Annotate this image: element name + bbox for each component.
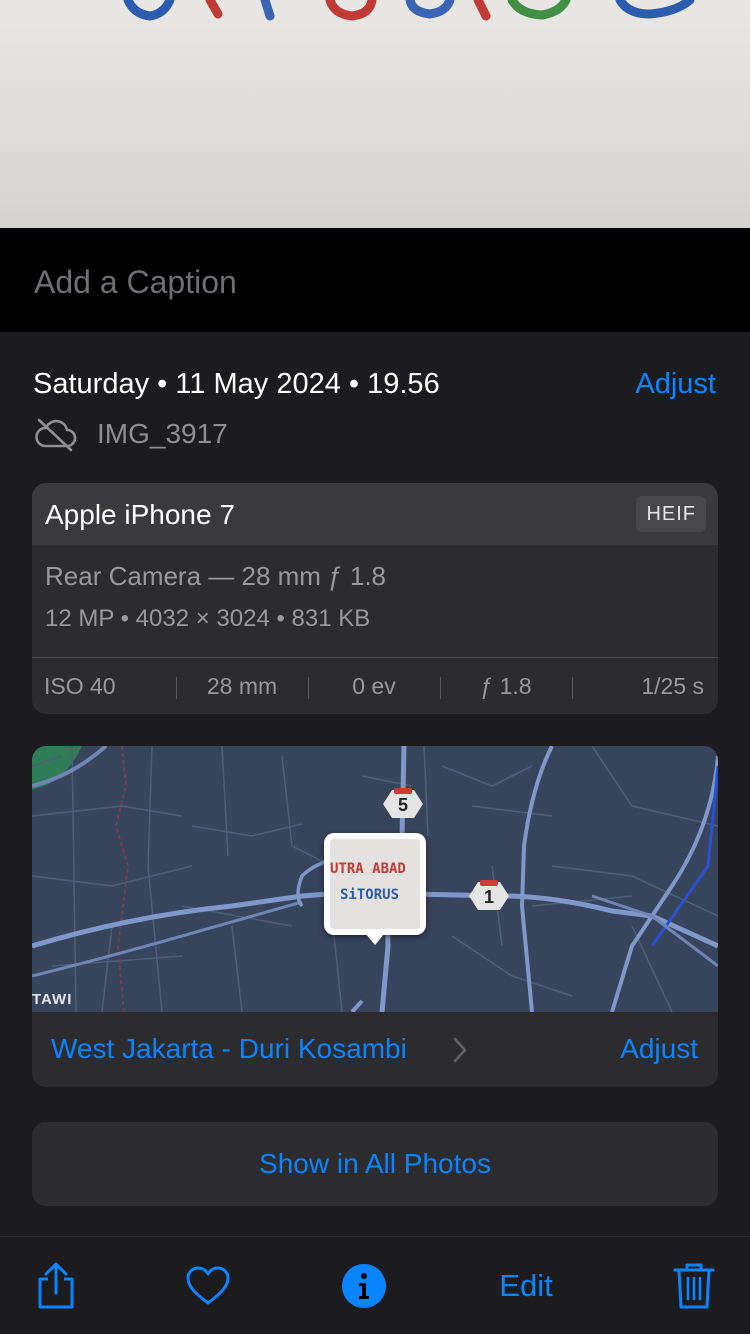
date-time: Saturday • 11 May 2024 • 19.56 — [33, 368, 440, 400]
photo-preview[interactable] — [0, 0, 750, 228]
map-label-tawi: TAWI — [32, 991, 72, 1008]
map-pin-tail — [365, 933, 385, 945]
file-name: IMG_3917 — [97, 418, 228, 449]
image-specs: 12 MP • 4032 × 3024 • 831 KB — [45, 605, 371, 632]
route-1-label: 1 — [484, 887, 494, 907]
info-panel: Saturday • 11 May 2024 • 19.56 Adjust IM… — [0, 332, 750, 1236]
chevron-right-icon — [453, 1037, 467, 1063]
route-5-label: 5 — [398, 795, 408, 815]
info-button[interactable] — [336, 1237, 392, 1334]
location-link[interactable]: West Jakarta - Duri Kosambi — [51, 1033, 407, 1065]
thumb-text-line1: UTRA ABAD — [330, 861, 406, 877]
exif-shutter-speed: 1/25 s — [572, 673, 718, 700]
lens-info: Rear Camera — 28 mm ƒ 1.8 — [45, 561, 387, 591]
camera-card-header: Apple iPhone 7 HEIF — [32, 483, 718, 545]
share-icon — [38, 1262, 74, 1309]
info-icon — [342, 1264, 386, 1308]
exif-focal-length: 28 mm — [176, 673, 308, 700]
date-row: Saturday • 11 May 2024 • 19.56 Adjust — [33, 366, 718, 406]
exif-row: ISO 40 28 mm 0 ev ƒ 1.8 1/25 s — [32, 657, 718, 714]
camera-model: Apple iPhone 7 — [45, 499, 235, 530]
thumb-text-line2: SiTORUS — [340, 887, 400, 903]
favorite-button[interactable] — [180, 1237, 236, 1334]
cloud-off-icon — [35, 418, 77, 452]
photo-letters — [123, 0, 695, 21]
heart-icon — [186, 1266, 230, 1305]
exif-aperture: ƒ 1.8 — [440, 673, 572, 700]
caption-bar — [0, 228, 750, 332]
map-card: 5 1 TAWI UTRA ABAD SiTORUS West Jakarta … — [32, 746, 718, 1087]
edit-button[interactable]: Edit — [480, 1237, 572, 1334]
map-photo-thumbnail: UTRA ABAD SiTORUS — [330, 839, 420, 929]
trash-icon — [673, 1263, 715, 1309]
share-button[interactable] — [28, 1237, 84, 1334]
exif-iso: ISO 40 — [44, 672, 116, 699]
camera-card: Apple iPhone 7 HEIF Rear Camera — 28 mm … — [32, 483, 718, 714]
delete-button[interactable] — [666, 1237, 722, 1334]
caption-input[interactable] — [34, 262, 714, 302]
map-footer: West Jakarta - Duri Kosambi Adjust — [32, 1012, 718, 1087]
exif-exposure-value: 0 ev — [308, 673, 440, 700]
map-photo-pin[interactable]: UTRA ABAD SiTORUS — [324, 833, 426, 945]
format-badge: HEIF — [636, 496, 706, 532]
show-in-all-photos-button[interactable]: Show in All Photos — [32, 1122, 718, 1206]
bottom-toolbar: Edit — [0, 1236, 750, 1334]
adjust-date-button[interactable]: Adjust — [635, 368, 716, 401]
adjust-location-button[interactable]: Adjust — [620, 1033, 698, 1065]
